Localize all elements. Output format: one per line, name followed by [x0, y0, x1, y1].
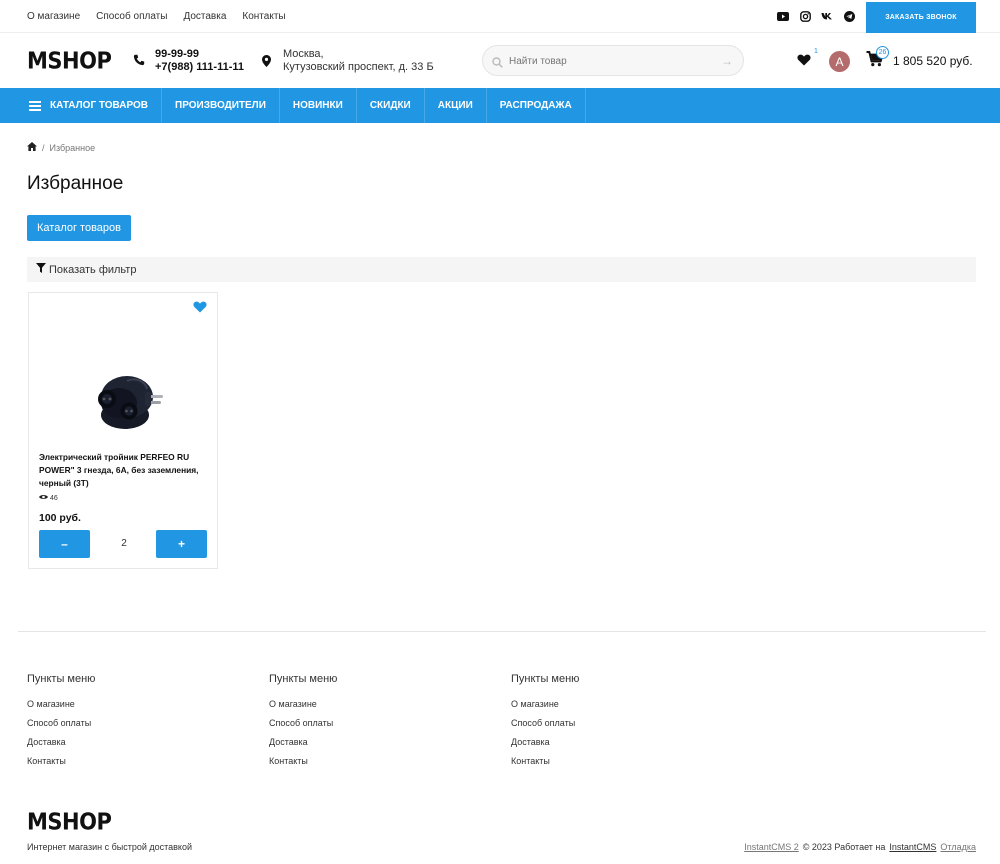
- catalog-button[interactable]: Каталог товаров: [27, 215, 131, 241]
- footer-link-delivery[interactable]: Доставка: [269, 736, 469, 748]
- location-pin-icon: [262, 54, 271, 72]
- footer-link-delivery[interactable]: Доставка: [511, 736, 711, 748]
- avatar[interactable]: А: [829, 51, 850, 72]
- address-city: Москва,: [283, 48, 324, 60]
- nav-item-manufacturers[interactable]: ПРОИЗВОДИТЕЛИ: [162, 88, 280, 123]
- telegram-icon[interactable]: [843, 10, 855, 22]
- footer-credits: InstantCMS 2 © 2023 Работает на InstantC…: [744, 842, 976, 852]
- nav-item-new[interactable]: НОВИНКИ: [280, 88, 357, 123]
- phone-short[interactable]: 99-99-99: [155, 48, 244, 61]
- favorites-heart-icon[interactable]: [797, 53, 811, 71]
- search-icon: [492, 55, 503, 73]
- product-name[interactable]: Электрический тройник PERFEO RU POWER" 3…: [39, 451, 211, 490]
- footer-menu-column-1: Пункты меню О магазине Способ оплаты Дос…: [27, 673, 227, 774]
- breadcrumb-current: Избранное: [49, 142, 96, 153]
- views-count: 46: [50, 494, 58, 502]
- footer-logo[interactable]: MSHOP: [27, 809, 112, 835]
- debug-link[interactable]: Отладка: [940, 842, 976, 852]
- footer-menu-column-2: Пункты меню О магазине Способ оплаты Дос…: [269, 673, 469, 774]
- footer-link-contacts[interactable]: Контакты: [511, 755, 711, 767]
- product-image[interactable]: [87, 359, 167, 439]
- nav-item-catalog[interactable]: КАТАЛОГ ТОВАРОВ: [16, 88, 163, 123]
- product-card: Электрический тройник PERFEO RU POWER" 3…: [28, 292, 218, 569]
- breadcrumb: / Избранное: [27, 142, 95, 153]
- instagram-icon[interactable]: [799, 10, 811, 22]
- powered-by-link[interactable]: InstantCMS: [889, 842, 936, 852]
- breadcrumb-separator: /: [42, 142, 45, 153]
- footer-menu-title: Пункты меню: [511, 673, 580, 685]
- youtube-icon[interactable]: [777, 10, 789, 22]
- footer-link-contacts[interactable]: Контакты: [269, 755, 469, 767]
- quantity-increase-button[interactable]: +: [156, 530, 207, 558]
- filter-label: Показать фильтр: [49, 263, 137, 276]
- phone-long[interactable]: +7(988) 111-11-11: [155, 61, 244, 74]
- footer-link-contacts[interactable]: Контакты: [27, 755, 227, 767]
- footer-link-about[interactable]: О магазине: [27, 698, 227, 710]
- footer-menu-column-3: Пункты меню О магазине Способ оплаты Дос…: [511, 673, 711, 774]
- quantity-decrease-button[interactable]: –: [39, 530, 90, 558]
- search-input[interactable]: [509, 52, 709, 70]
- nav-item-sale[interactable]: РАСПРОДАЖА: [487, 88, 586, 123]
- phone-icon: [133, 53, 145, 71]
- page-title: Избранное: [27, 173, 124, 194]
- eye-icon: [39, 494, 48, 502]
- callback-button[interactable]: ЗАКАЗАТЬ ЗВОНОК: [866, 2, 976, 33]
- top-link-payment[interactable]: Способ оплаты: [96, 11, 167, 22]
- main-nav: КАТАЛОГ ТОВАРОВ ПРОИЗВОДИТЕЛИ НОВИНКИ СК…: [0, 88, 1000, 123]
- top-link-contacts[interactable]: Контакты: [242, 11, 285, 22]
- footer-tagline: Интернет магазин с быстрой доставкой: [27, 842, 192, 852]
- footer-link-delivery[interactable]: Доставка: [27, 736, 227, 748]
- top-link-delivery[interactable]: Доставка: [183, 11, 226, 22]
- footer-divider: [18, 631, 986, 632]
- top-link-about[interactable]: О магазине: [27, 11, 80, 22]
- cms-version-link[interactable]: InstantCMS 2: [744, 842, 799, 852]
- filter-icon: [36, 263, 46, 276]
- phone-numbers: 99-99-99 +7(988) 111-11-11: [155, 48, 244, 74]
- product-price: 100 руб.: [39, 512, 81, 524]
- cart-total[interactable]: 1 805 520 руб.: [893, 54, 973, 68]
- vk-icon[interactable]: [821, 10, 833, 22]
- product-views: 46: [39, 494, 58, 502]
- search-submit-arrow-icon[interactable]: →: [721, 54, 733, 68]
- nav-item-discounts[interactable]: СКИДКИ: [357, 88, 425, 123]
- address-street: Кутузовский проспект, д. 33 Б: [283, 61, 434, 73]
- show-filter-toggle[interactable]: Показать фильтр: [27, 257, 976, 282]
- nav-item-catalog-label: КАТАЛОГ ТОВАРОВ: [50, 100, 149, 111]
- favorite-heart-icon[interactable]: [193, 300, 207, 318]
- favorites-count: 1: [814, 48, 818, 55]
- menu-burger-icon: [29, 99, 41, 113]
- footer-link-payment[interactable]: Способ оплаты: [511, 717, 711, 729]
- footer-menu-title: Пункты меню: [269, 673, 338, 685]
- header: MSHOP 99-99-99 +7(988) 111-11-11 Москва,…: [0, 33, 1000, 88]
- footer-link-about[interactable]: О магазине: [269, 698, 469, 710]
- copyright-text: © 2023 Работает на: [802, 842, 886, 852]
- nav-item-promotions[interactable]: АКЦИИ: [425, 88, 487, 123]
- cart-count-badge: 26: [876, 46, 889, 59]
- social-icons: [777, 10, 855, 22]
- search-box: →: [482, 45, 744, 76]
- quantity-value[interactable]: 2: [104, 538, 144, 549]
- footer-link-payment[interactable]: Способ оплаты: [27, 717, 227, 729]
- footer-link-payment[interactable]: Способ оплаты: [269, 717, 469, 729]
- top-links: О магазине Способ оплаты Доставка Контак…: [27, 11, 286, 22]
- footer-link-about[interactable]: О магазине: [511, 698, 711, 710]
- logo[interactable]: MSHOP: [27, 48, 112, 74]
- top-bar: О магазине Способ оплаты Доставка Контак…: [0, 0, 1000, 33]
- store-address: Москва, Кутузовский проспект, д. 33 Б: [283, 48, 434, 74]
- footer-menu-title: Пункты меню: [27, 673, 96, 685]
- home-icon[interactable]: [27, 142, 37, 153]
